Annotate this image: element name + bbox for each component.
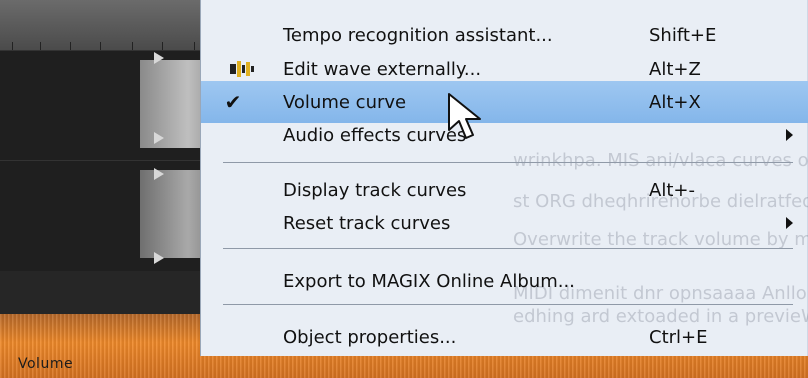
waveform-edit-icon — [229, 60, 255, 78]
ruler-tick — [12, 42, 13, 50]
mouse-cursor-icon — [448, 93, 481, 139]
ruler-tick — [132, 42, 133, 50]
menu-item-label: Tempo recognition assistant... — [283, 24, 553, 46]
menu-item-shortcut: Alt+X — [649, 91, 701, 113]
ruler-tick — [194, 42, 195, 50]
menu-item-export-to-magix-online-album[interactable]: Export to MAGIX Online Album... — [201, 260, 808, 302]
ruler-tick — [70, 42, 71, 50]
checkmark-icon: ✔ — [224, 90, 242, 114]
menu-separator — [223, 248, 793, 249]
menu-item-reset-track-curves[interactable]: Reset track curves — [201, 202, 808, 244]
menu-item-shortcut: Alt+Z — [649, 58, 701, 80]
clip-handle-icon[interactable] — [154, 252, 164, 264]
ruler-tick — [162, 42, 163, 50]
menu-item-label: Display track curves — [283, 179, 467, 201]
ruler-tick — [40, 42, 41, 50]
menu-item-shortcut: Ctrl+E — [649, 326, 708, 348]
submenu-arrow-icon — [786, 129, 793, 141]
menu-separator — [223, 304, 793, 305]
menu-item-shortcut: Shift+E — [649, 24, 717, 46]
menu-separator — [223, 162, 793, 163]
waveform-edit-icon-svg — [230, 61, 254, 77]
track-label: Volume — [18, 356, 74, 372]
menu-item-label: Audio effects curves — [283, 124, 467, 146]
timeline-ruler[interactable] — [0, 0, 220, 51]
clip-handle-icon[interactable] — [154, 132, 164, 144]
menu-item-label: Volume curve — [283, 91, 407, 113]
menu-item-object-properties[interactable]: Object properties... Ctrl+E — [201, 316, 808, 358]
clip-handle-icon[interactable] — [154, 52, 164, 64]
clip-handle-icon[interactable] — [154, 168, 164, 180]
menu-item-audio-effects-curves[interactable]: Audio effects curves — [201, 114, 808, 156]
menu-item-label: Export to MAGIX Online Album... — [283, 270, 575, 292]
ruler-tick — [100, 42, 101, 50]
context-menu: wrinkhpa. MIS ani/vlaca curves on accolo… — [200, 0, 808, 356]
menu-item-label: Edit wave externally... — [283, 58, 482, 80]
menu-item-label: Reset track curves — [283, 212, 451, 234]
menu-item-shortcut: Alt+- — [649, 179, 695, 201]
submenu-arrow-icon — [786, 217, 793, 229]
screen: Volume wrinkhpa. MIS ani/vlaca curves on… — [0, 0, 808, 378]
menu-item-label: Object properties... — [283, 326, 457, 348]
